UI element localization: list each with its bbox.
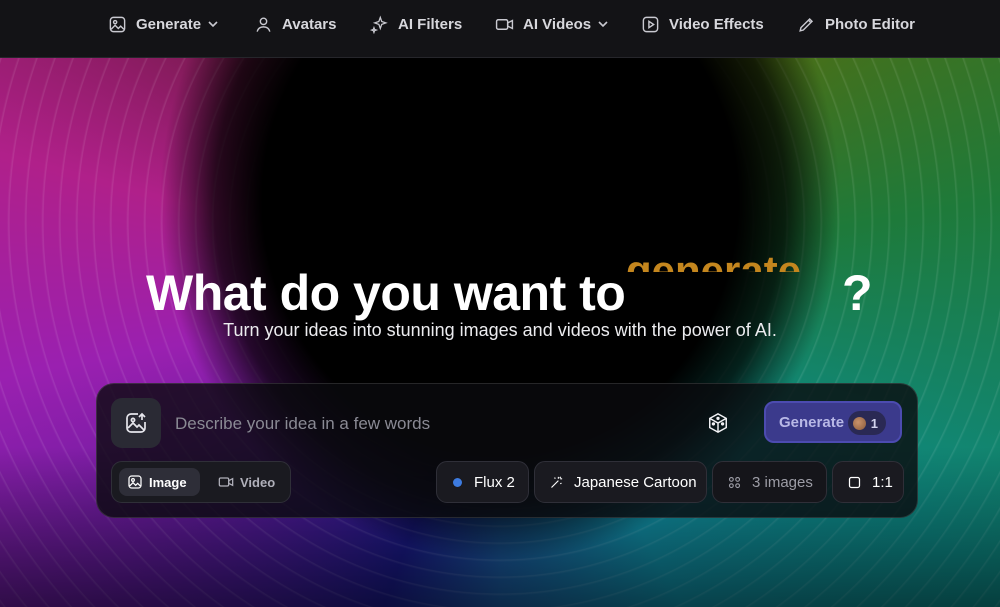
- mode-toggle: Image Video: [111, 461, 291, 503]
- generate-label: Generate: [779, 413, 845, 431]
- image-count-selector[interactable]: 3 images: [712, 461, 827, 503]
- nav-item-avatars[interactable]: Avatars: [254, 0, 336, 48]
- video-icon: [218, 477, 234, 487]
- headline-text: What do you want to: [146, 265, 626, 321]
- style-selector[interactable]: Japanese Cartoon: [534, 461, 707, 503]
- model-selector[interactable]: Flux 2: [436, 461, 529, 503]
- random-prompt-button[interactable]: [705, 410, 731, 436]
- dice-icon: [709, 412, 727, 434]
- model-dot-icon: [453, 477, 462, 487]
- magic-wand-icon: [551, 475, 563, 488]
- nav-label: Avatars: [282, 15, 337, 33]
- credit-count: 1: [870, 415, 878, 431]
- nav-label: AI Videos: [523, 15, 592, 33]
- video-icon: [495, 18, 514, 30]
- pencil-icon: [799, 17, 814, 32]
- nav-label: AI Filters: [398, 15, 463, 33]
- nav-item-ai-videos[interactable]: AI Videos: [495, 0, 609, 48]
- nav-label: Photo Editor: [825, 15, 915, 33]
- nav-label: Video Effects: [669, 15, 764, 33]
- prompt-panel: Generate 1 Image Video Flux 2 Japanese C…: [96, 383, 918, 518]
- nav-item-generate[interactable]: Generate: [108, 0, 219, 48]
- image-icon: [128, 475, 142, 489]
- model-label: Flux 2: [474, 473, 515, 491]
- count-label: 3 images: [752, 473, 813, 491]
- ratio-label: 1:1: [872, 473, 893, 491]
- mode-label: Video: [240, 474, 276, 490]
- top-navigation: Generate Avatars AI Filters AI Videos Vi…: [0, 0, 1000, 58]
- nav-item-photo-editor[interactable]: Photo Editor: [797, 0, 915, 48]
- square-icon: [848, 476, 861, 488]
- image-upload-icon: [126, 412, 146, 433]
- mode-label: Image: [149, 474, 187, 490]
- credit-cost-badge: 1: [847, 411, 886, 435]
- upload-image-button[interactable]: [111, 398, 161, 448]
- mode-image-tab[interactable]: Image: [119, 468, 200, 496]
- hero-subtitle: Turn your ideas into stunning images and…: [223, 320, 777, 340]
- play-square-icon: [642, 16, 659, 32]
- headline-question-mark: ?: [842, 265, 873, 321]
- generate-button[interactable]: Generate 1: [764, 401, 902, 443]
- chevron-down-icon: [598, 21, 608, 28]
- image-icon: [109, 16, 126, 32]
- nav-item-ai-filters[interactable]: AI Filters: [370, 0, 462, 48]
- sparkles-icon: [370, 14, 388, 34]
- mode-video-tab[interactable]: Video: [218, 468, 275, 496]
- rotating-word: generate: [626, 247, 802, 272]
- user-icon: [256, 16, 271, 32]
- style-label: Japanese Cartoon: [574, 473, 697, 491]
- nav-item-video-effects[interactable]: Video Effects: [641, 0, 764, 48]
- grid-icon: [728, 476, 741, 488]
- prompt-input[interactable]: [173, 406, 677, 442]
- chevron-down-icon: [208, 21, 218, 28]
- aspect-ratio-selector[interactable]: 1:1: [832, 461, 904, 503]
- nav-label: Generate: [136, 15, 202, 33]
- hero-headline: What do you want to generate ?: [0, 247, 1000, 326]
- coin-icon: [852, 416, 866, 430]
